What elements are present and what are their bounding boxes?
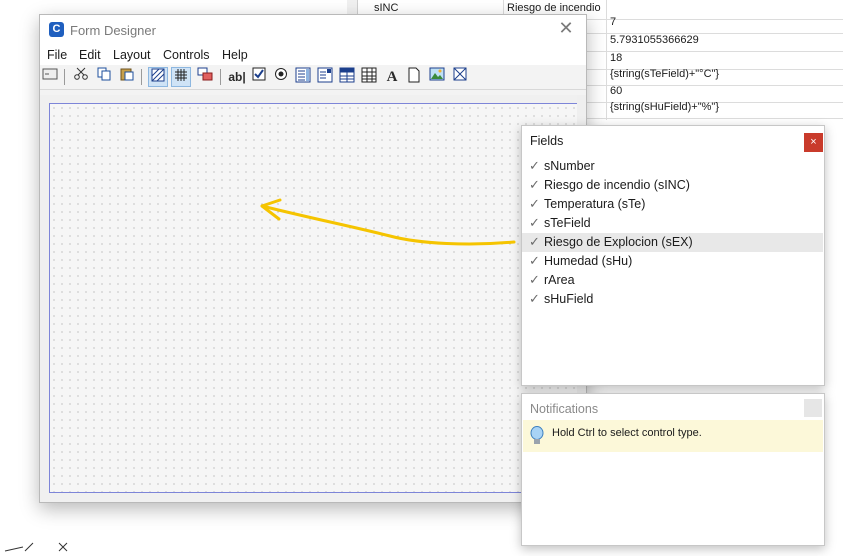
- annotation-arrow: [260, 198, 516, 246]
- cursor-glyph: [3, 540, 73, 556]
